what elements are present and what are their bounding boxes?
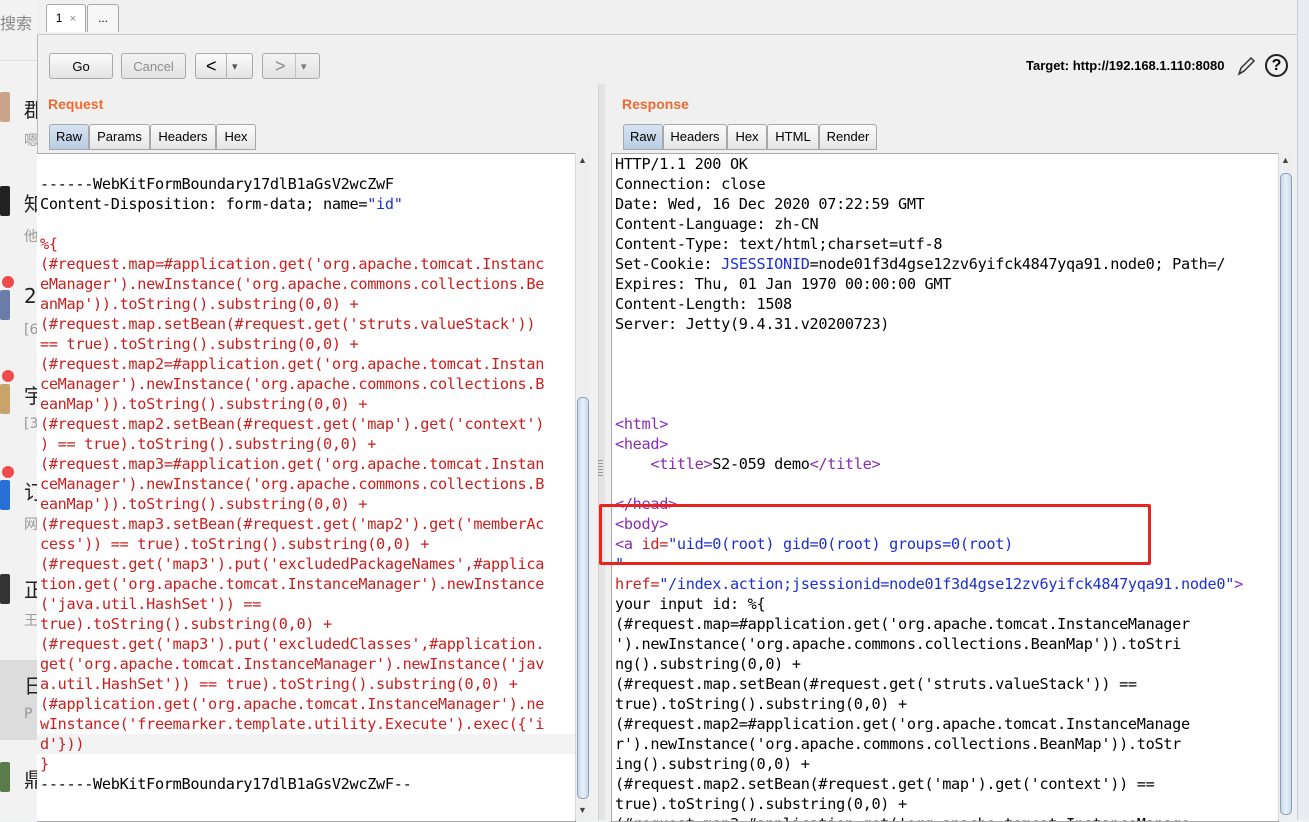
tab-render[interactable]: Render <box>819 124 877 150</box>
scroll-up-icon[interactable]: ▲ <box>577 155 588 166</box>
close-icon[interactable]: × <box>70 13 76 25</box>
chat-avatar <box>0 92 10 122</box>
tab-1[interactable]: 1 × <box>46 4 86 32</box>
divider <box>295 54 296 78</box>
dropdown-arrow-icon: ▾ <box>301 61 307 73</box>
html-tag: <html> <box>615 415 669 433</box>
chat-title: 郡 <box>24 98 38 122</box>
request-scrollbar[interactable]: ▲ ▼ <box>575 153 589 820</box>
tab-hex[interactable]: Hex <box>216 124 256 150</box>
chat-title: 2 <box>24 284 37 308</box>
chat-title: 订 <box>24 480 38 504</box>
scroll-thumb[interactable] <box>1280 173 1292 815</box>
response-title: Response <box>622 96 689 112</box>
chat-preview: [3 <box>24 416 38 432</box>
cancel-button[interactable]: Cancel <box>121 53 186 79</box>
response-body[interactable]: HTTP/1.1 200 OK Connection: close Date: … <box>615 154 1243 821</box>
chat-avatar <box>0 762 10 792</box>
unread-badge <box>2 466 14 478</box>
chat-avatar <box>0 290 10 320</box>
tab-headers[interactable]: Headers <box>663 124 727 150</box>
chat-preview: 王 <box>24 613 38 629</box>
title-line: <title>S2-059 demo</title> <box>650 455 881 473</box>
chat-avatar <box>0 186 10 216</box>
dropdown-arrow-icon: ▾ <box>232 61 238 73</box>
pencil-icon[interactable] <box>1235 54 1257 78</box>
chat-avatar <box>0 574 10 604</box>
request-editor[interactable]: ------WebKitFormBoundary17dlB1aGsV2wcZwF… <box>37 153 576 822</box>
tab-label: 1 <box>55 11 63 25</box>
chat-preview: 他 <box>24 229 38 245</box>
ognl-payload: %{ (#request.map=#application.get('org.a… <box>40 235 545 773</box>
scroll-down-icon[interactable]: ▼ <box>577 805 588 816</box>
request-tab-bar: 1 × ... <box>37 0 1297 35</box>
tab-raw[interactable]: Raw <box>49 124 89 150</box>
response-scrollbar[interactable]: ▲ <box>1278 153 1292 820</box>
chat-preview: 嗯 <box>24 133 38 149</box>
tab-headers[interactable]: Headers <box>150 124 216 150</box>
target-label: Target: http://192.168.1.110:8080 <box>1026 58 1225 73</box>
back-button[interactable]: < ▾ <box>195 53 253 79</box>
chat-preview: P <box>24 706 33 722</box>
background-search-fragment: 搜索 <box>0 14 33 33</box>
tab-html[interactable]: HTML <box>767 124 819 150</box>
tab-params[interactable]: Params <box>89 124 150 150</box>
unread-badge <box>2 276 14 288</box>
tab-raw[interactable]: Raw <box>623 124 663 150</box>
chat-title: 知 <box>24 192 38 216</box>
forward-button[interactable]: > ▾ <box>262 53 320 79</box>
reflected-input: your input id: %{ (#request.map=#applica… <box>615 595 1190 821</box>
forward-arrow-icon: > <box>275 56 286 76</box>
set-cookie-header: Set-Cookie: JSESSIONID=node01f3d4gse12zv… <box>615 255 1226 273</box>
unread-badge <box>2 370 14 382</box>
chat-preview: 网 <box>24 517 38 533</box>
window-edge <box>1297 0 1309 820</box>
help-icon[interactable]: ? <box>1265 54 1288 77</box>
divider <box>226 54 227 78</box>
field-name: "id" <box>367 195 403 213</box>
go-button[interactable]: Go <box>49 53 113 79</box>
back-arrow-icon: < <box>206 56 217 76</box>
chat-preview: [6 <box>24 322 38 338</box>
response-viewer[interactable]: HTTP/1.1 200 OK Connection: close Date: … <box>611 153 1279 822</box>
request-title: Request <box>48 96 104 112</box>
chat-title: 鼎 <box>24 768 38 792</box>
request-body[interactable]: ------WebKitFormBoundary17dlB1aGsV2wcZwF… <box>40 174 544 794</box>
head-tag: <head> <box>615 435 669 453</box>
content-disposition: Content-Disposition: form-data; name= <box>40 195 368 213</box>
boundary-start: ------WebKitFormBoundary17dlB1aGsV2wcZwF <box>40 175 394 193</box>
boundary-end: ------WebKitFormBoundary17dlB1aGsV2wcZwF… <box>40 775 412 793</box>
chat-title: 正 <box>24 578 38 602</box>
status-headers: HTTP/1.1 200 OK Connection: close Date: … <box>615 155 943 253</box>
background-app-strip: 搜索 郡 嗯 知 他 2 [6 宇 [3 订 网 正 王 日 P 鼎 <box>0 0 38 820</box>
chat-title: 日 <box>24 674 38 698</box>
chat-avatar <box>0 384 10 414</box>
splitter-grip[interactable] <box>598 460 603 476</box>
more-headers: Expires: Thu, 01 Jan 1970 00:00:00 GMT C… <box>615 275 952 333</box>
tab-new[interactable]: ... <box>87 4 119 32</box>
scroll-thumb[interactable] <box>577 397 589 799</box>
pane-splitter[interactable] <box>598 84 605 820</box>
command-output-highlight <box>599 504 1151 565</box>
divider <box>0 60 38 61</box>
chat-avatar <box>0 480 10 510</box>
tab-hex[interactable]: Hex <box>727 124 767 150</box>
chat-title: 宇 <box>24 384 38 408</box>
scroll-up-icon[interactable]: ▲ <box>1280 155 1291 166</box>
